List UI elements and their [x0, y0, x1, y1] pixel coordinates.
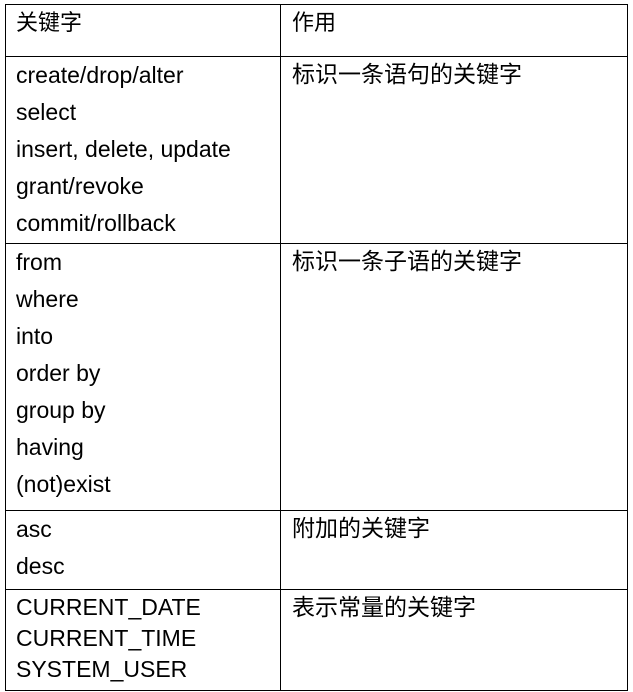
keyword-item: order by	[16, 360, 101, 386]
keyword-item: grant/revoke	[16, 173, 144, 199]
keyword-cell: from where into order by group by having…	[5, 243, 281, 511]
purpose-cell: 标识一条子语的关键字	[280, 243, 628, 511]
keyword-cell: create/drop/alter select insert, delete,…	[5, 56, 281, 244]
purpose-text: 标识一条子语的关键字	[292, 249, 522, 275]
purpose-text: 附加的关键字	[292, 516, 430, 542]
keyword-item: desc	[16, 553, 65, 579]
keyword-table: 关键字 作用 create/drop/alter select insert, …	[5, 4, 628, 691]
table-row: asc desc 附加的关键字	[5, 510, 628, 590]
keyword-item: select	[16, 99, 77, 125]
keyword-item: asc	[16, 516, 52, 542]
table-row: from where into order by group by having…	[5, 243, 628, 511]
keyword-item: into	[16, 323, 54, 349]
keyword-item: having	[16, 434, 84, 460]
keyword-item: commit/rollback	[16, 210, 176, 236]
keyword-item: create/drop/alter	[16, 62, 184, 88]
keyword-list: from where into order by group by having…	[16, 244, 280, 503]
keyword-item: insert, delete, update	[16, 136, 231, 162]
purpose-cell: 标识一条语句的关键字	[280, 56, 628, 244]
purpose-cell: 附加的关键字	[280, 510, 628, 590]
keyword-item: SYSTEM_USER	[16, 656, 188, 682]
keyword-list: asc desc	[16, 511, 280, 585]
keyword-item: CURRENT_TIME	[16, 625, 197, 651]
keyword-item: where	[16, 286, 79, 312]
table-row: CURRENT_DATE CURRENT_TIME SYSTEM_USER 表示…	[5, 589, 628, 691]
header-purpose-cell: 作用	[280, 4, 628, 57]
keyword-cell: CURRENT_DATE CURRENT_TIME SYSTEM_USER	[5, 589, 281, 691]
keyword-item: group by	[16, 397, 106, 423]
table-row: create/drop/alter select insert, delete,…	[5, 56, 628, 244]
header-keyword-cell: 关键字	[5, 4, 281, 57]
purpose-text: 标识一条语句的关键字	[292, 62, 522, 88]
purpose-cell: 表示常量的关键字	[280, 589, 628, 691]
keyword-cell: asc desc	[5, 510, 281, 590]
keyword-list: create/drop/alter select insert, delete,…	[16, 57, 280, 242]
keyword-item: from	[16, 249, 62, 275]
keyword-item: (not)exist	[16, 471, 111, 497]
keyword-item: CURRENT_DATE	[16, 594, 201, 620]
purpose-text: 表示常量的关键字	[292, 595, 476, 621]
keyword-list: CURRENT_DATE CURRENT_TIME SYSTEM_USER	[16, 590, 280, 685]
table-header-row: 关键字 作用	[5, 4, 628, 57]
